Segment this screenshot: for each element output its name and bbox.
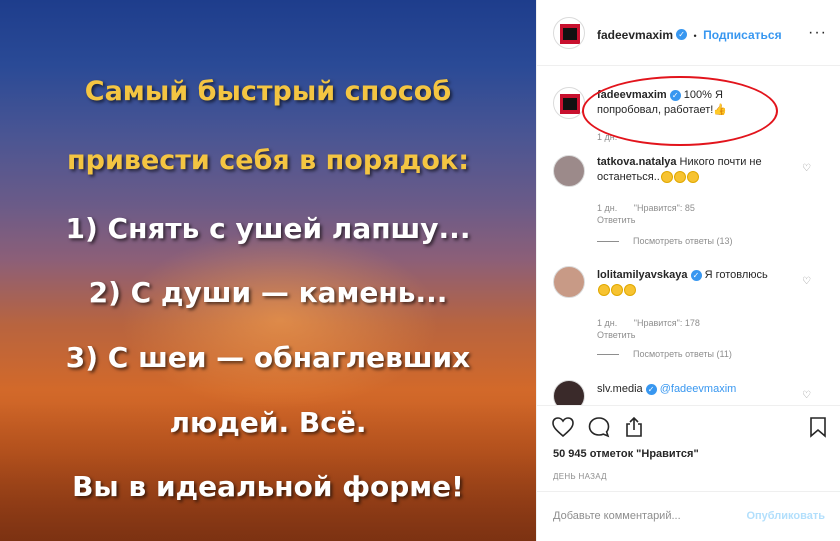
comment-username[interactable]: lolitamilyavskaya (597, 269, 688, 281)
comment: tatkova.natalya Никого почти не останеть… (597, 155, 797, 185)
post-image[interactable]: Самый быстрый способ привести себя в пор… (0, 0, 536, 541)
image-text-line-1: Самый быстрый способ (84, 76, 452, 107)
comment: lolitamilyavskaya ✓ Я готовлюсь (597, 268, 797, 298)
comment-avatar[interactable] (553, 380, 585, 405)
author-avatar[interactable] (553, 17, 585, 49)
smile-emoji-icon (660, 171, 673, 184)
comment-avatar[interactable] (553, 155, 585, 187)
follow-button[interactable]: Подписаться (703, 28, 781, 42)
verified-icon: ✓ (690, 269, 702, 281)
share-icon[interactable] (623, 416, 645, 438)
bookmark-icon[interactable] (809, 416, 827, 438)
smile-emoji-icon (624, 284, 636, 297)
image-text-line-2: привести себя в порядок: (66, 145, 469, 176)
comment-meta: 1 дн. "Нравится": 178 (597, 318, 700, 328)
smile-emoji-icon (673, 171, 686, 184)
post-header: fadeevmaxim ✓ • Подписаться ··· (537, 0, 840, 66)
comment-avatar[interactable] (553, 266, 585, 298)
comment-username[interactable]: tatkova.natalya (597, 156, 676, 168)
comment-time: 1 дн. (597, 203, 618, 213)
comment-text: Я готовлюсь (704, 269, 768, 281)
comment-time: 1 дн. (597, 318, 618, 328)
comment-likes[interactable]: "Нравится": 178 (634, 318, 700, 328)
sunset-glow (120, 230, 440, 410)
smile-emoji-icon (686, 171, 699, 184)
comment: slv.media ✓ @fadeevmaxim (597, 382, 797, 397)
comment-meta: 1 дн. "Нравится": 85 (597, 203, 695, 213)
like-comment-icon[interactable]: ♡ (802, 163, 811, 174)
comment-username[interactable]: slv.media (597, 383, 643, 395)
comment-input[interactable]: Добавьте комментарий... (553, 510, 681, 522)
view-replies-button[interactable]: Посмотреть ответы (13) (597, 236, 733, 246)
like-comment-icon[interactable]: ♡ (802, 276, 811, 287)
comment-likes[interactable]: "Нравится": 85 (634, 203, 695, 213)
smile-emoji-icon (598, 284, 610, 297)
post-date[interactable]: День назад (553, 472, 607, 481)
view-replies-button[interactable]: Посмотреть ответы (11) (597, 349, 732, 359)
heart-icon[interactable] (551, 416, 575, 438)
verified-icon: ✓ (645, 383, 657, 395)
author-username[interactable]: fadeevmaxim (597, 28, 673, 42)
hand-emoji-icon (611, 284, 623, 297)
reply-button[interactable]: Ответить (597, 215, 635, 225)
image-text-line-6: людей. Всё. (169, 406, 367, 439)
verified-icon: ✓ (676, 29, 688, 41)
image-text-line-5: 3) С шеи — обнаглевших (65, 341, 471, 374)
reply-button[interactable]: Ответить (597, 330, 635, 340)
publish-button[interactable]: Опубликовать (746, 510, 825, 522)
image-text-line-4: 2) С души — камень... (88, 276, 448, 309)
header-separator: • (693, 31, 697, 41)
add-comment-bar: Добавьте комментарий... Опубликовать (537, 491, 840, 541)
image-text-line-3: 1) Снять с ушей лапшу... (65, 212, 471, 245)
caption-avatar[interactable] (553, 87, 585, 119)
like-comment-icon[interactable]: ♡ (802, 390, 811, 401)
image-text-line-7: Вы в идеальной форме! (72, 470, 464, 503)
more-options-icon[interactable]: ··· (808, 24, 827, 42)
mention-link[interactable]: @fadeevmaxim (660, 383, 737, 395)
likes-count[interactable]: 50 945 отметок "Нравится" (553, 448, 699, 460)
highlight-ellipse (582, 76, 778, 146)
post-actions: 50 945 отметок "Нравится" День назад (537, 405, 840, 505)
comment-icon[interactable] (587, 416, 611, 438)
